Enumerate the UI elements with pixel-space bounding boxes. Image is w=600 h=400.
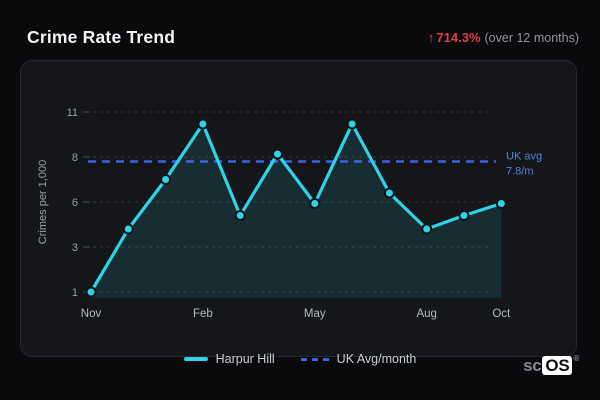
legend-label-harpur-hill: Harpur Hill — [215, 352, 275, 366]
svg-text:Crimes per 1,000: Crimes per 1,000 — [37, 160, 49, 244]
page-title: Crime Rate Trend — [27, 27, 176, 47]
svg-text:May: May — [304, 308, 326, 320]
svg-text:UK avg: UK avg — [506, 151, 542, 163]
svg-text:11: 11 — [67, 107, 78, 119]
brand-prefix: sc — [523, 356, 542, 375]
svg-text:7.8/m: 7.8/m — [506, 166, 534, 178]
trend-stat: ↑ 714.3% (over 12 months) — [428, 30, 579, 45]
legend-item-uk-avg: UK Avg/month — [300, 352, 417, 366]
crime-trend-line-chart: 1 3 6 8 11 UK avg 7.8/m Nov Feb May Aug Oct Crimes p… — [37, 107, 542, 320]
chart-legend: Harpur Hill UK Avg/month — [0, 349, 600, 369]
svg-text:8: 8 — [72, 152, 78, 164]
trend-value: 714.3% — [436, 30, 481, 45]
svg-text:Nov: Nov — [81, 308, 102, 320]
registered-mark-icon: ® — [573, 354, 579, 363]
svg-text:1: 1 — [72, 287, 78, 299]
legend-item-harpur-hill: Harpur Hill — [183, 352, 275, 366]
svg-text:Feb: Feb — [193, 308, 213, 320]
svg-text:Oct: Oct — [492, 308, 511, 320]
svg-text:3: 3 — [72, 242, 78, 254]
chart-card: 1 3 6 8 11 UK avg 7.8/m Nov Feb May Aug Oct Crimes p… — [20, 60, 577, 357]
svg-text:Aug: Aug — [416, 308, 436, 320]
dashed-line-swatch-icon — [300, 357, 329, 361]
svg-text:6: 6 — [72, 197, 78, 209]
legend-label-uk-avg: UK Avg/month — [336, 352, 417, 366]
line-swatch-icon — [183, 357, 208, 361]
brand-suffix: OS — [542, 356, 573, 375]
trend-up-arrow-icon: ↑ — [427, 30, 435, 45]
trend-caption: (over 12 months) — [484, 31, 579, 45]
scos-logo: sc OS ® — [523, 354, 579, 376]
